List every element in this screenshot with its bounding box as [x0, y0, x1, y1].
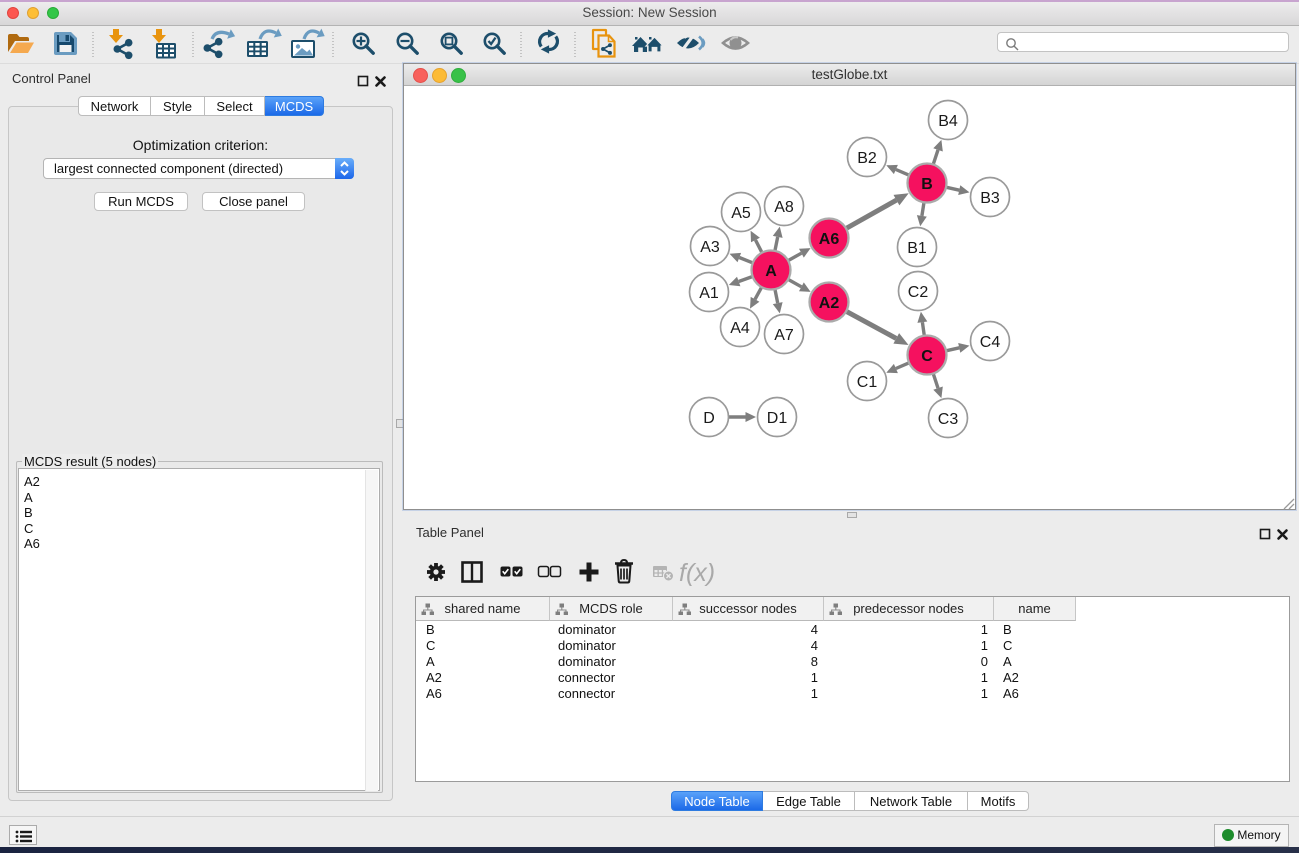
svg-text:A2: A2: [819, 295, 840, 312]
svg-text:B1: B1: [907, 240, 927, 257]
svg-text:B: B: [921, 176, 933, 193]
svg-text:C3: C3: [938, 411, 959, 428]
svg-text:A7: A7: [774, 327, 794, 344]
svg-text:B4: B4: [938, 113, 958, 130]
svg-text:A1: A1: [699, 285, 719, 302]
svg-text:C: C: [921, 348, 933, 365]
svg-text:C2: C2: [908, 284, 929, 301]
svg-text:D: D: [703, 410, 715, 427]
svg-text:A8: A8: [774, 199, 794, 216]
svg-text:A5: A5: [731, 205, 751, 222]
svg-text:f(x): f(x): [679, 559, 715, 587]
svg-text:C4: C4: [980, 334, 1001, 351]
svg-text:D1: D1: [767, 410, 788, 427]
svg-text:B3: B3: [980, 190, 1000, 207]
svg-text:A4: A4: [730, 320, 750, 337]
svg-text:A6: A6: [819, 231, 840, 248]
svg-text:A3: A3: [700, 239, 720, 256]
svg-text:A: A: [765, 263, 777, 280]
svg-text:C1: C1: [857, 374, 878, 391]
svg-text:B2: B2: [857, 150, 877, 167]
